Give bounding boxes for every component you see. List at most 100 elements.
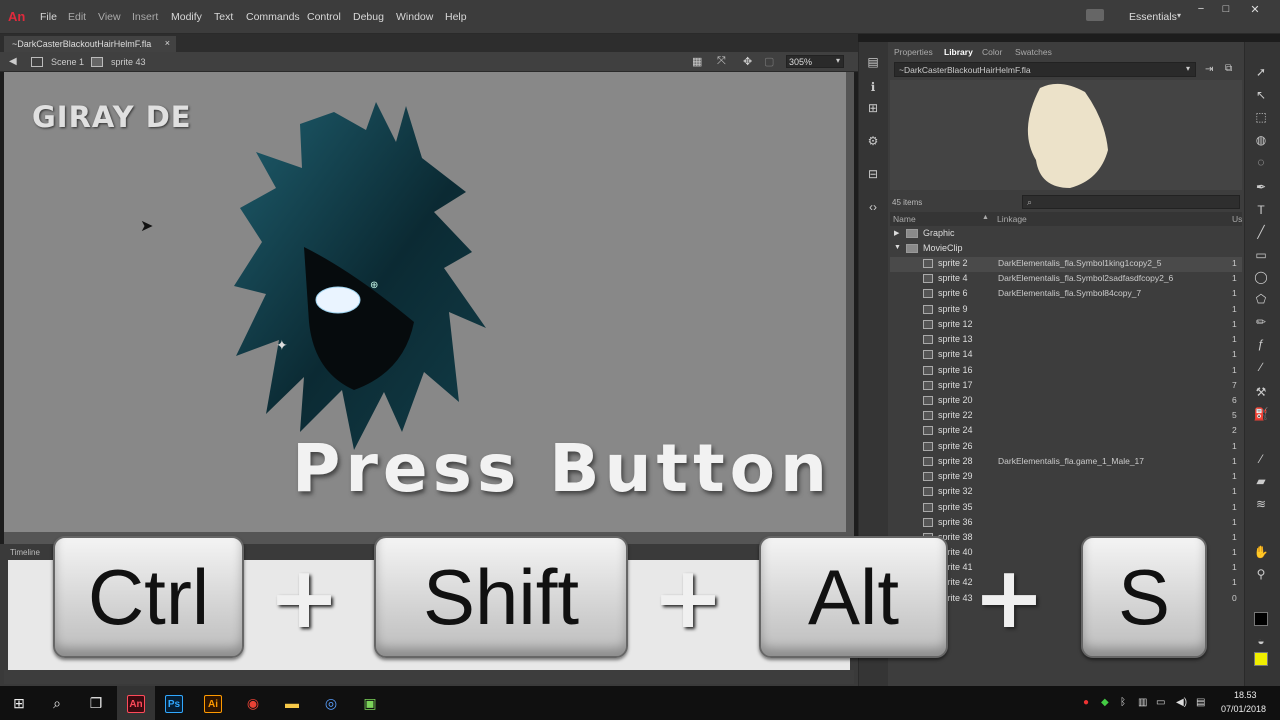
pencil-icon[interactable]: ✏ [1253, 315, 1269, 329]
column-name[interactable]: Name [893, 214, 916, 224]
library-item[interactable]: sprite 16 1 [890, 364, 1242, 379]
eyedropper-icon[interactable]: ⁄ [1253, 452, 1269, 466]
library-item[interactable]: sprite 9 1 [890, 303, 1242, 318]
chevron-down-icon[interactable]: ▾ [1177, 11, 1181, 20]
battery-icon[interactable]: ▭ [1156, 697, 1165, 708]
code-snippets-icon[interactable]: ‹› [865, 200, 881, 214]
hand-tool-icon[interactable]: ✋ [1253, 545, 1269, 559]
library-item[interactable]: sprite 12 1 [890, 318, 1242, 333]
motion-presets-icon[interactable]: ⊟ [865, 167, 881, 181]
library-file-dropdown[interactable]: ~DarkCasterBlackoutHairHelmF.fla [894, 62, 1196, 77]
column-use-count[interactable]: Us [1232, 214, 1242, 224]
collapse-arrow-icon[interactable]: ▼ [894, 244, 901, 251]
search-icon[interactable]: ⌕ [38, 686, 76, 720]
menu-debug[interactable]: Debug [353, 11, 384, 23]
taskbar-illustrator[interactable]: Ai [194, 686, 232, 720]
center-stage-icon[interactable]: ✥ [743, 55, 752, 68]
menu-text[interactable]: Text [214, 11, 233, 23]
file-explorer-icon[interactable]: ▬ [273, 686, 311, 720]
taskbar-animate[interactable]: An [117, 686, 155, 720]
zoom-tool-icon[interactable]: ⚲ [1253, 567, 1269, 581]
chrome-icon[interactable]: ◉ [234, 686, 272, 720]
free-transform-icon[interactable]: ⬚ [1253, 110, 1269, 124]
library-item[interactable]: sprite 14 1 [890, 348, 1242, 363]
polystar-tool-icon[interactable]: ⬠ [1253, 292, 1269, 306]
paint-bucket-icon[interactable]: ⛽ [1253, 407, 1269, 421]
menu-help[interactable]: Help [445, 11, 467, 23]
maximize-icon[interactable]: □ [1213, 3, 1239, 17]
minimize-icon[interactable]: − [1188, 3, 1214, 17]
info-icon[interactable]: ℹ [865, 80, 881, 94]
library-item[interactable]: sprite 22 5 [890, 409, 1242, 424]
text-tool-icon[interactable]: T [1253, 203, 1269, 217]
pin-icon[interactable]: ⇥ [1205, 64, 1213, 75]
3d-rotation-icon[interactable]: ◍ [1253, 133, 1269, 147]
clip-icon[interactable]: ▢ [764, 55, 774, 68]
library-item[interactable]: sprite 20 6 [890, 394, 1242, 409]
clock-time[interactable]: 18.53 [1234, 690, 1257, 700]
library-item[interactable]: sprite 36 1 [890, 516, 1242, 531]
zoom-dropdown-icon[interactable]: ▾ [836, 56, 840, 65]
close-tab-icon[interactable]: × [165, 38, 170, 48]
eraser-icon[interactable]: ▰ [1253, 474, 1269, 488]
width-tool-icon[interactable]: ≋ [1253, 497, 1269, 511]
column-linkage[interactable]: Linkage [997, 214, 1027, 224]
app-document-icon[interactable]: ▣ [351, 686, 389, 720]
bluetooth-icon[interactable]: ᛒ [1120, 697, 1126, 708]
tab-color[interactable]: Color [982, 47, 1002, 57]
task-view-icon[interactable]: ❐ [77, 686, 115, 720]
close-icon[interactable]: ✕ [1242, 3, 1268, 17]
bone-tool-icon[interactable]: ⚒ [1253, 385, 1269, 399]
clapper-icon[interactable]: ▦ [692, 55, 702, 68]
windows-start-icon[interactable]: ⊞ [0, 686, 38, 720]
properties-panel-icon[interactable]: ▤ [865, 55, 881, 69]
menu-edit[interactable]: Edit [68, 11, 86, 23]
components-icon[interactable]: ⚙ [865, 134, 881, 148]
oval-tool-icon[interactable]: ◯ [1253, 270, 1269, 284]
menu-commands[interactable]: Commands [246, 11, 300, 23]
breadcrumb-scene[interactable]: Scene 1 [51, 57, 84, 67]
sync-icon[interactable] [1086, 9, 1104, 21]
library-item[interactable]: sprite 13 1 [890, 333, 1242, 348]
breadcrumb-symbol[interactable]: sprite 43 [111, 57, 146, 67]
tray-shield-icon[interactable]: ◆ [1101, 697, 1109, 708]
menu-window[interactable]: Window [396, 11, 433, 23]
expand-arrow-icon[interactable]: ▶ [894, 229, 899, 237]
library-item[interactable]: sprite 2 DarkElementalis_fla.Symbol1king1… [890, 257, 1242, 272]
library-item[interactable]: sprite 35 1 [890, 501, 1242, 516]
subselection-tool-icon[interactable]: ↖ [1253, 88, 1269, 102]
sort-ascending-icon[interactable]: ▲ [982, 214, 989, 221]
tab-swatches[interactable]: Swatches [1015, 47, 1052, 57]
line-tool-icon[interactable]: ╱ [1253, 225, 1269, 239]
timeline-tab[interactable]: Timeline [10, 548, 40, 557]
tray-record-icon[interactable]: ● [1083, 697, 1089, 708]
fill-bucket-icon[interactable]: ◒ [1253, 634, 1269, 648]
chevron-down-icon[interactable]: ▾ [1186, 64, 1190, 73]
stroke-color-swatch[interactable] [1254, 612, 1268, 626]
transform-icon[interactable]: ⤧ [717, 55, 726, 68]
library-item[interactable]: sprite 28 DarkElementalis_fla.game_1_Male… [890, 455, 1242, 470]
brush-icon[interactable]: ƒ [1253, 337, 1269, 351]
back-arrow-icon[interactable]: ◀ [9, 56, 17, 67]
menu-modify[interactable]: Modify [171, 11, 202, 23]
library-folder-movieclip[interactable]: ▼ MovieClip [890, 242, 1242, 257]
volume-icon[interactable]: ◀) [1176, 697, 1187, 708]
library-item[interactable]: sprite 17 7 [890, 379, 1242, 394]
notifications-icon[interactable]: ▤ [1196, 697, 1205, 708]
menu-file[interactable]: File [40, 11, 57, 23]
new-library-icon[interactable]: ⧉ [1225, 63, 1232, 74]
align-icon[interactable]: ⊞ [865, 101, 881, 115]
tab-properties[interactable]: Properties [894, 47, 933, 57]
workspace-switcher[interactable]: Essentials [1129, 11, 1177, 23]
selection-tool-icon[interactable]: ➚ [1253, 65, 1269, 79]
lasso-icon[interactable]: ◌ [1253, 155, 1269, 169]
library-item[interactable]: sprite 6 DarkElementalis_fla.Symbol84copy… [890, 287, 1242, 302]
menu-control[interactable]: Control [307, 11, 341, 23]
tab-library[interactable]: Library [944, 47, 973, 57]
clock-date[interactable]: 07/01/2018 [1221, 704, 1266, 714]
library-item[interactable]: sprite 32 1 [890, 485, 1242, 500]
library-item[interactable]: sprite 26 1 [890, 440, 1242, 455]
stage-vertical-scrollbar[interactable] [846, 72, 854, 532]
library-item[interactable]: sprite 29 1 [890, 470, 1242, 485]
menu-view[interactable]: View [98, 11, 121, 23]
